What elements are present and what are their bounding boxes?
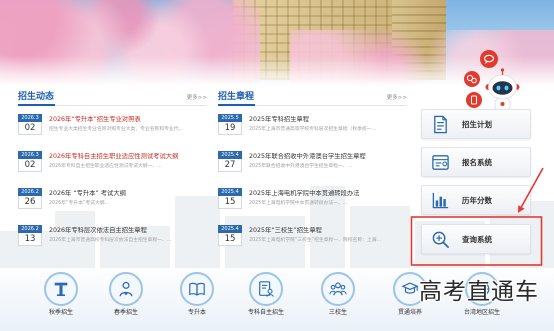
news-item[interactable]: 2026.2 13 2026年专科层次依法自主招生章程 2026年上海市普通高校…	[18, 225, 207, 255]
category-independent-admission[interactable]: 专科自主招生	[236, 272, 296, 318]
news-item[interactable]: 2026.3 02 2026年专科自主招生职业适应性测试考试大纲 2026年专科…	[18, 151, 207, 181]
category-circle	[44, 272, 78, 306]
news-section-title: 招生动态	[18, 92, 55, 102]
date-day: 15	[218, 233, 242, 246]
charter-item-summary: 2025年上海市普通高等学校专科层次招生章程（秋季统一...	[249, 127, 377, 132]
charter-item-summary: 2025年上海电机学院中本贯通转段办法一、...	[249, 201, 348, 206]
charter-item-summary: 2025年联合招收中外港澳台学生招生章程一、...	[249, 164, 353, 169]
pillar-icon	[54, 282, 68, 297]
category-label: 春季招生	[113, 309, 138, 316]
watermark-text: 高考直通车	[419, 279, 539, 305]
charter-item[interactable]: 2025.4 27 2025年联合招收中外港澳台学生招生章程 2025年联合招收…	[218, 151, 407, 181]
date-day: 19	[218, 122, 242, 135]
document-user-icon	[259, 281, 274, 297]
category-label: 秋季招生	[48, 309, 73, 316]
charter-item-title[interactable]: 2025年“三校生”招生章程	[249, 227, 407, 235]
date-badge: 2025.4 15	[218, 225, 242, 246]
category-label: 贯通培养	[397, 309, 422, 316]
phone-badge-icon[interactable]	[466, 92, 482, 108]
date-badge: 2025.4 15	[218, 188, 242, 209]
category-circle	[180, 272, 214, 306]
document-list-icon	[434, 115, 447, 134]
category-circle	[321, 272, 355, 306]
students-icon	[401, 282, 419, 294]
charter-section-header: 招生章程 更多>>	[218, 90, 407, 106]
query-system-label: 查询系统	[462, 235, 492, 244]
query-system-button[interactable]: 查询系统	[421, 224, 531, 254]
news-item-summary: 2026年“专升本”考试大纲...	[49, 201, 110, 206]
date-month: 2025.5	[218, 114, 242, 122]
news-section-accent	[18, 104, 55, 106]
past-scores-button[interactable]: 历年分数	[421, 185, 531, 215]
charter-section-title: 招生章程	[218, 92, 255, 102]
registration-system-label: 报名系统	[462, 158, 492, 167]
date-day: 26	[18, 196, 42, 209]
category-spring-admission[interactable]: 春季招生	[96, 272, 156, 318]
category-three-school-students[interactable]: 三校生	[308, 272, 368, 318]
date-month: 2026.2	[18, 188, 42, 196]
charter-section-accent	[218, 104, 255, 106]
charter-more-link[interactable]: 更多>>	[387, 94, 407, 102]
date-badge: 2025.4 27	[218, 151, 242, 172]
date-day: 27	[218, 159, 242, 172]
date-day: 13	[18, 233, 42, 246]
category-upgrade-bachelor[interactable]: 专升本	[167, 272, 227, 318]
news-item-title[interactable]: 2026年“专升本”招生专业对照表	[49, 116, 207, 124]
news-item-title[interactable]: 2026年 “专升本” 考试大纲	[49, 190, 207, 198]
charter-item-title[interactable]: 2025年联合招收中外港澳台学生招生章程	[249, 153, 407, 161]
category-circle	[109, 272, 143, 306]
people-group-icon	[329, 282, 347, 296]
news-item[interactable]: 2026.3 02 2026年“专升本”招生专业对照表 招生专业大类招生专业名称…	[18, 114, 207, 144]
chat-badge-icon[interactable]	[480, 50, 498, 68]
past-scores-label: 历年分数	[462, 196, 492, 205]
robot-mascot[interactable]	[452, 46, 522, 116]
date-badge: 2026.3 02	[18, 151, 42, 172]
date-month: 2026.2	[18, 225, 42, 233]
date-badge: 2026.2 26	[18, 188, 42, 209]
date-month: 2026.3	[18, 114, 42, 122]
book-icon	[189, 282, 205, 296]
date-month: 2026.3	[18, 151, 42, 159]
robot-figure	[485, 68, 520, 112]
charter-item[interactable]: 2025.4 15 2025年上海电机学院中本贯通转段办法 2025年上海电机学…	[218, 188, 407, 218]
date-day: 02	[18, 122, 42, 135]
date-month: 2025.4	[218, 188, 242, 196]
date-day: 15	[218, 196, 242, 209]
news-section-header: 招生动态 更多>>	[18, 90, 207, 106]
bar-chart-icon	[432, 192, 449, 209]
search-plus-icon	[432, 231, 449, 248]
category-circle	[249, 272, 283, 306]
news-item-title[interactable]: 2026年专科层次依法自主招生章程	[49, 227, 207, 235]
charter-item-title[interactable]: 2025年上海电机学院中本贯通转段办法	[249, 190, 407, 198]
category-autumn-admission[interactable]: 秋季招生	[31, 272, 91, 318]
charter-item[interactable]: 2025.4 15 2025年“三校生”招生章程 2025年上海电机学院“三校生…	[218, 225, 407, 255]
news-more-link[interactable]: 更多>>	[187, 94, 207, 102]
person-award-icon	[119, 281, 133, 297]
date-month: 2025.4	[218, 225, 242, 233]
charter-item[interactable]: 2025.5 19 2025年专科招生章程 2025年上海市普通高等学校专科层次…	[218, 114, 407, 144]
charter-item-title[interactable]: 2025年专科招生章程	[249, 116, 407, 124]
date-badge: 2026.3 02	[18, 114, 42, 135]
registration-system-button[interactable]: 报名系统	[421, 147, 531, 177]
wechat-badge-icon[interactable]	[464, 71, 480, 87]
news-item-title[interactable]: 2026年专科自主招生职业适应性测试考试大纲	[49, 153, 207, 161]
category-label: 专升本	[187, 309, 206, 316]
charter-item-summary: 2025年上海电机学院“三校生”招生章程一、院校名称：上海...	[249, 238, 382, 243]
date-badge: 2025.5 19	[218, 114, 242, 135]
category-label: 三校生	[328, 309, 347, 316]
date-badge: 2026.2 13	[18, 225, 42, 246]
enrollment-plan-label: 招生计划	[462, 120, 492, 129]
news-item-summary: 2026年上海市普通高校专科层次依法自主招生章程一、...	[49, 238, 172, 243]
category-label: 台湾地区招生	[463, 309, 500, 316]
news-item-summary: 招生专业大类招生专业名称对照专业大类、专业名称和专业代...	[49, 127, 184, 132]
news-item-summary: 2026年专科自主招生职业适应性测试考试大纲一、...	[49, 164, 162, 169]
category-label: 专科自主招生	[247, 309, 284, 316]
registration-card-icon	[432, 155, 449, 170]
date-day: 02	[18, 159, 42, 172]
news-item[interactable]: 2026.2 26 2026年 “专升本” 考试大纲 2026年“专升本”考试大…	[18, 188, 207, 218]
date-month: 2025.4	[218, 151, 242, 159]
enrollment-plan-button[interactable]: 招生计划	[421, 109, 531, 139]
